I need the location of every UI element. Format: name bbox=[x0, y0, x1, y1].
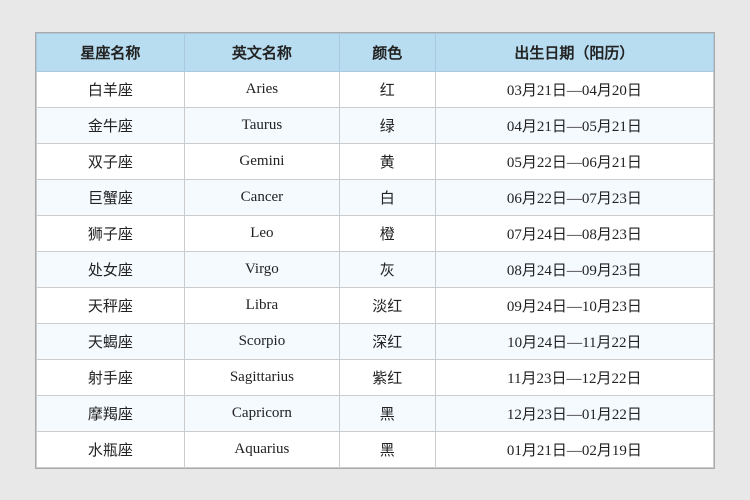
cell-chinese: 水瓶座 bbox=[37, 431, 185, 467]
cell-chinese: 天蝎座 bbox=[37, 323, 185, 359]
cell-chinese: 射手座 bbox=[37, 359, 185, 395]
cell-chinese: 处女座 bbox=[37, 251, 185, 287]
cell-english: Capricorn bbox=[184, 395, 339, 431]
table-row: 狮子座Leo橙07月24日—08月23日 bbox=[37, 215, 714, 251]
cell-english: Gemini bbox=[184, 143, 339, 179]
cell-color: 红 bbox=[339, 71, 435, 107]
table-row: 水瓶座Aquarius黑01月21日—02月19日 bbox=[37, 431, 714, 467]
table-row: 白羊座Aries红03月21日—04月20日 bbox=[37, 71, 714, 107]
cell-color: 黄 bbox=[339, 143, 435, 179]
cell-dates: 12月23日—01月22日 bbox=[435, 395, 713, 431]
cell-dates: 03月21日—04月20日 bbox=[435, 71, 713, 107]
table-body: 白羊座Aries红03月21日—04月20日金牛座Taurus绿04月21日—0… bbox=[37, 71, 714, 467]
cell-english: Taurus bbox=[184, 107, 339, 143]
cell-chinese: 摩羯座 bbox=[37, 395, 185, 431]
cell-chinese: 天秤座 bbox=[37, 287, 185, 323]
cell-dates: 08月24日—09月23日 bbox=[435, 251, 713, 287]
table-row: 处女座Virgo灰08月24日—09月23日 bbox=[37, 251, 714, 287]
table-row: 天蝎座Scorpio深红10月24日—11月22日 bbox=[37, 323, 714, 359]
col-header-chinese: 星座名称 bbox=[37, 33, 185, 71]
cell-color: 深红 bbox=[339, 323, 435, 359]
cell-chinese: 白羊座 bbox=[37, 71, 185, 107]
cell-dates: 04月21日—05月21日 bbox=[435, 107, 713, 143]
cell-dates: 09月24日—10月23日 bbox=[435, 287, 713, 323]
cell-chinese: 巨蟹座 bbox=[37, 179, 185, 215]
cell-dates: 10月24日—11月22日 bbox=[435, 323, 713, 359]
cell-english: Cancer bbox=[184, 179, 339, 215]
col-header-dates: 出生日期（阳历） bbox=[435, 33, 713, 71]
cell-dates: 11月23日—12月22日 bbox=[435, 359, 713, 395]
zodiac-table: 星座名称 英文名称 颜色 出生日期（阳历） 白羊座Aries红03月21日—04… bbox=[36, 33, 714, 468]
cell-chinese: 双子座 bbox=[37, 143, 185, 179]
cell-english: Libra bbox=[184, 287, 339, 323]
table-row: 天秤座Libra淡红09月24日—10月23日 bbox=[37, 287, 714, 323]
table-header-row: 星座名称 英文名称 颜色 出生日期（阳历） bbox=[37, 33, 714, 71]
cell-color: 橙 bbox=[339, 215, 435, 251]
cell-chinese: 狮子座 bbox=[37, 215, 185, 251]
cell-color: 黑 bbox=[339, 431, 435, 467]
cell-color: 白 bbox=[339, 179, 435, 215]
cell-color: 灰 bbox=[339, 251, 435, 287]
col-header-color: 颜色 bbox=[339, 33, 435, 71]
table-row: 双子座Gemini黄05月22日—06月21日 bbox=[37, 143, 714, 179]
cell-english: Scorpio bbox=[184, 323, 339, 359]
cell-english: Sagittarius bbox=[184, 359, 339, 395]
table-row: 金牛座Taurus绿04月21日—05月21日 bbox=[37, 107, 714, 143]
table-row: 射手座Sagittarius紫红11月23日—12月22日 bbox=[37, 359, 714, 395]
cell-english: Aries bbox=[184, 71, 339, 107]
cell-dates: 05月22日—06月21日 bbox=[435, 143, 713, 179]
cell-english: Virgo bbox=[184, 251, 339, 287]
table-row: 巨蟹座Cancer白06月22日—07月23日 bbox=[37, 179, 714, 215]
cell-dates: 01月21日—02月19日 bbox=[435, 431, 713, 467]
cell-color: 淡红 bbox=[339, 287, 435, 323]
cell-chinese: 金牛座 bbox=[37, 107, 185, 143]
col-header-english: 英文名称 bbox=[184, 33, 339, 71]
zodiac-table-container: 星座名称 英文名称 颜色 出生日期（阳历） 白羊座Aries红03月21日—04… bbox=[35, 32, 715, 469]
cell-color: 绿 bbox=[339, 107, 435, 143]
cell-english: Leo bbox=[184, 215, 339, 251]
cell-dates: 07月24日—08月23日 bbox=[435, 215, 713, 251]
table-row: 摩羯座Capricorn黑12月23日—01月22日 bbox=[37, 395, 714, 431]
cell-color: 黑 bbox=[339, 395, 435, 431]
cell-color: 紫红 bbox=[339, 359, 435, 395]
cell-dates: 06月22日—07月23日 bbox=[435, 179, 713, 215]
cell-english: Aquarius bbox=[184, 431, 339, 467]
